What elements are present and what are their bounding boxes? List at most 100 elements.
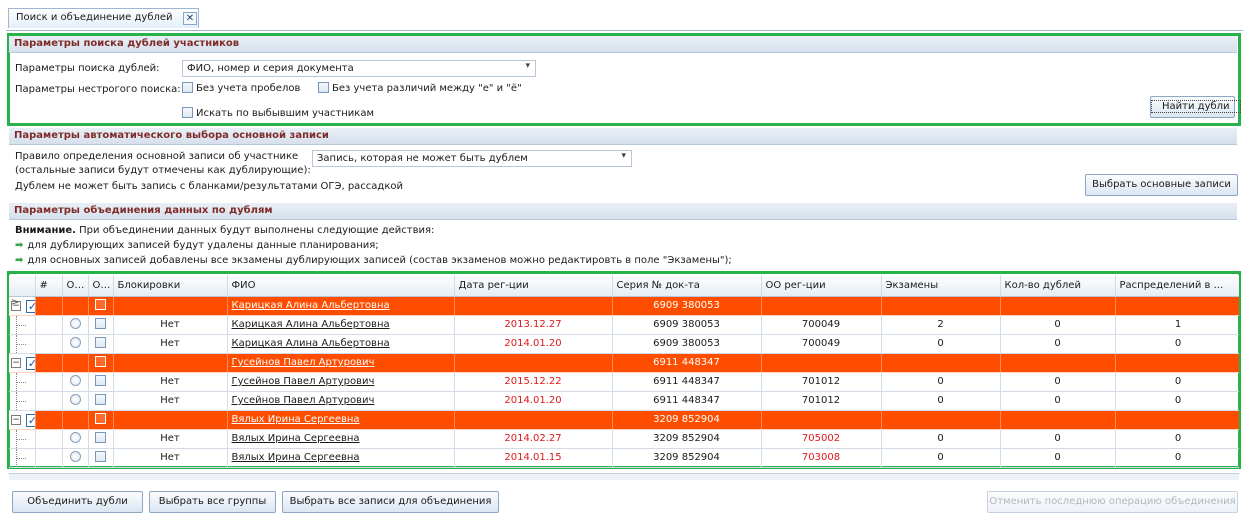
cell-o1[interactable] xyxy=(62,315,89,335)
group-select-checkbox[interactable]: ✓ xyxy=(26,413,34,427)
cell-fio[interactable]: Вялых Ирина Сергеевна xyxy=(227,410,455,430)
col-doc-number[interactable]: Серия № док-та xyxy=(612,275,762,297)
main-record-radio[interactable] xyxy=(69,336,81,348)
checkbox-icon[interactable] xyxy=(95,336,106,348)
select-all-records-button[interactable]: Выбрать все записи для объединения xyxy=(282,491,499,513)
cell-o1[interactable] xyxy=(62,448,89,468)
cell-o1[interactable] xyxy=(62,372,89,392)
col-blocks[interactable]: Блокировки xyxy=(113,275,228,297)
cell-fio[interactable]: Карицкая Алина Альбертовна xyxy=(227,315,455,335)
col-o1[interactable]: О... xyxy=(62,275,89,297)
close-icon[interactable]: ✕ xyxy=(183,12,197,25)
cell-distributions: 0 xyxy=(1115,448,1239,468)
cell-distributions xyxy=(1115,353,1239,373)
cell-o1[interactable] xyxy=(62,429,89,449)
cell-o2[interactable] xyxy=(88,315,114,335)
cell-fio[interactable]: Карицкая Алина Альбертовна xyxy=(227,296,455,316)
rule-select[interactable]: Запись, которая не может быть дублем ▾ xyxy=(312,150,632,167)
auto-section-header: Параметры автоматического выбора основно… xyxy=(9,128,1237,145)
select-main-records-button[interactable]: Выбрать основные записи xyxy=(1085,174,1238,196)
cell-o1[interactable] xyxy=(62,391,89,411)
group-select-checkbox[interactable]: ✓ xyxy=(26,356,34,370)
find-duplicates-button[interactable]: Найти дубли xyxy=(1150,96,1241,118)
table-row[interactable]: Нет Гусейнов Павел Артурович 2014.01.20 … xyxy=(9,391,1239,411)
collapse-icon[interactable]: − xyxy=(11,357,21,368)
cell-fio[interactable]: Гусейнов Павел Артурович xyxy=(227,353,455,373)
col-distributions[interactable]: Распределений в ... xyxy=(1115,275,1239,297)
tree-line xyxy=(16,457,26,459)
col-number[interactable]: # xyxy=(35,275,63,297)
cell-o2[interactable] xyxy=(88,391,114,411)
table-row[interactable]: Нет Гусейнов Павел Артурович 2015.12.22 … xyxy=(9,372,1239,392)
tab-duplicates[interactable]: Поиск и объединение дублей ✕ xyxy=(8,8,199,28)
group-select-checkbox[interactable]: ✓ xyxy=(26,299,34,313)
horizontal-scrollbar[interactable] xyxy=(9,473,1239,480)
table-row[interactable]: Нет Вялых Ирина Сергеевна 2014.02.27 320… xyxy=(9,429,1239,449)
col-fio[interactable]: ФИО xyxy=(227,275,455,297)
cell-fio[interactable]: Вялых Ирина Сергеевна xyxy=(227,448,455,468)
cell-distributions: 0 xyxy=(1115,391,1239,411)
checkbox-icon[interactable] xyxy=(95,374,106,386)
chevron-down-icon: ▾ xyxy=(525,61,530,71)
main-record-radio[interactable] xyxy=(69,393,81,405)
table-row[interactable]: Нет Карицкая Алина Альбертовна 2013.12.2… xyxy=(9,315,1239,335)
table-row[interactable]: Нет Карицкая Алина Альбертовна 2014.01.2… xyxy=(9,334,1239,354)
checkbox-icon[interactable] xyxy=(95,355,106,367)
cell-fio[interactable]: Гусейнов Павел Артурович xyxy=(227,391,455,411)
cell-number xyxy=(35,372,63,392)
undo-merge-button[interactable]: Отменить последнюю операцию объединения xyxy=(987,491,1238,513)
cell-number xyxy=(35,410,63,430)
select-all-groups-button[interactable]: Выбрать все группы xyxy=(149,491,276,513)
cell-o2[interactable] xyxy=(88,334,114,354)
cell-fio[interactable]: Гусейнов Павел Артурович xyxy=(227,372,455,392)
col-exams[interactable]: Экзамены xyxy=(881,275,1001,297)
checkbox-icon[interactable] xyxy=(95,412,106,424)
search-params-select[interactable]: ФИО, номер и серия документа ▾ xyxy=(182,60,536,77)
checkbox-icon[interactable] xyxy=(95,393,106,405)
cell-o1 xyxy=(62,353,89,373)
dropped-checkbox[interactable]: Искать по выбывшим участникам xyxy=(182,107,374,119)
group-row[interactable]: − ✓ Гусейнов Павел Артурович 6911 448347 xyxy=(9,353,1239,373)
cell-number xyxy=(35,353,63,373)
cell-number xyxy=(35,391,63,411)
checkbox-icon[interactable] xyxy=(95,450,106,462)
main-record-radio[interactable] xyxy=(69,374,81,386)
checkbox-icon[interactable] xyxy=(95,431,106,443)
tree-line xyxy=(16,324,26,326)
collapse-icon[interactable]: − xyxy=(11,414,21,425)
no-spaces-checkbox[interactable]: Без учета пробелов xyxy=(182,82,300,94)
cell-dup-count xyxy=(1000,353,1116,373)
merge-warning: Внимание. При объединении данных будут в… xyxy=(15,225,434,236)
cell-fio[interactable]: Карицкая Алина Альбертовна xyxy=(227,334,455,354)
cell-o2[interactable] xyxy=(88,448,114,468)
cell-dup-count xyxy=(1000,410,1116,430)
col-o2[interactable]: О... xyxy=(88,275,114,297)
cell-o1[interactable] xyxy=(62,334,89,354)
main-record-radio[interactable] xyxy=(69,450,81,462)
cell-o2[interactable] xyxy=(88,353,114,373)
col-oo-reg[interactable]: ОО рег-ции xyxy=(761,275,882,297)
cell-o2[interactable] xyxy=(88,296,114,316)
merge-duplicates-button[interactable]: Объединить дубли xyxy=(12,491,143,513)
cell-doc-number: 6911 448347 xyxy=(612,391,762,411)
col-dup-count[interactable]: Кол-во дублей xyxy=(1000,275,1116,297)
group-row[interactable]: − ✓ Карицкая Алина Альбертовна 6909 3800… xyxy=(9,296,1239,316)
cell-reg-date: 2015.12.22 xyxy=(454,372,613,392)
tree-cell xyxy=(9,429,36,449)
group-row[interactable]: − ✓ Вялых Ирина Сергеевна 3209 852904 xyxy=(9,410,1239,430)
cell-o2[interactable] xyxy=(88,410,114,430)
main-record-radio[interactable] xyxy=(69,431,81,443)
cell-oo-reg xyxy=(761,353,882,373)
cell-o2[interactable] xyxy=(88,372,114,392)
checkbox-icon[interactable] xyxy=(95,298,106,310)
table-row[interactable]: Нет Вялых Ирина Сергеевна 2014.01.15 320… xyxy=(9,448,1239,468)
col-reg-date[interactable]: Дата рег-ции xyxy=(454,275,613,297)
cell-doc-number: 6909 380053 xyxy=(612,315,762,335)
ignore-e-checkbox[interactable]: Без учета различий между "е" и "ё" xyxy=(318,82,522,94)
duplicates-grid[interactable]: # О... О... Блокировки ФИО Дата рег-ции … xyxy=(9,275,1239,472)
cell-o2[interactable] xyxy=(88,429,114,449)
cell-fio[interactable]: Вялых Ирина Сергеевна xyxy=(227,429,455,449)
cell-distributions: 0 xyxy=(1115,334,1239,354)
checkbox-icon[interactable] xyxy=(95,317,106,329)
main-record-radio[interactable] xyxy=(69,317,81,329)
